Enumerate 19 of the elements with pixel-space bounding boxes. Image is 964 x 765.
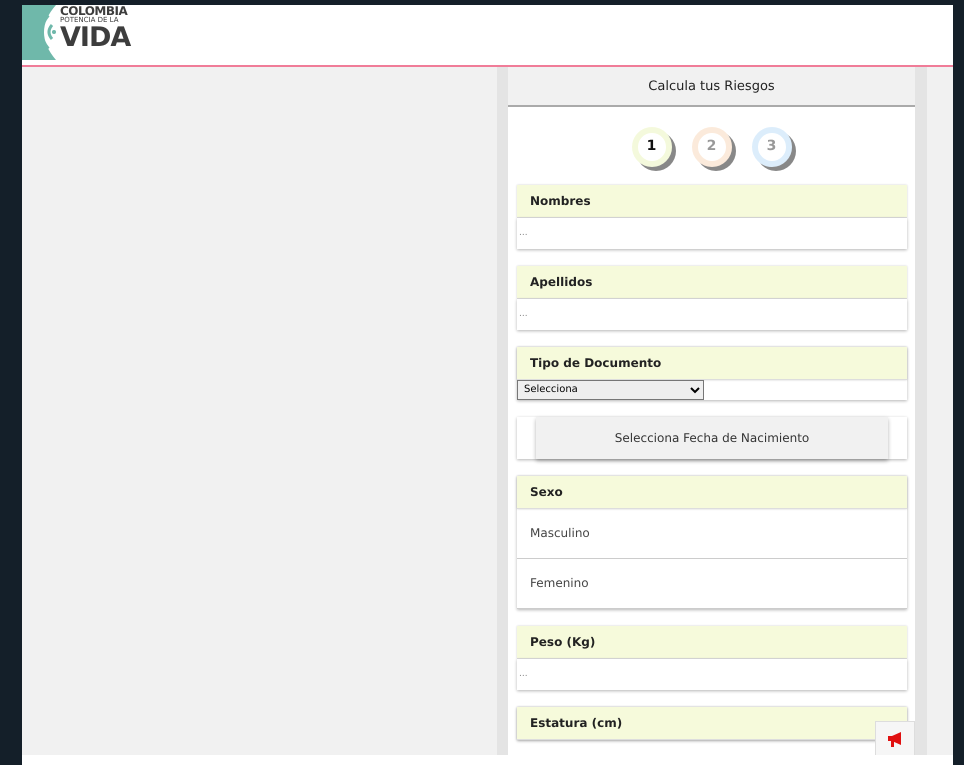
megaphone-button[interactable] — [875, 721, 915, 755]
megaphone-icon — [886, 730, 904, 748]
option-item[interactable]: Femenino — [517, 558, 907, 608]
field-label: Peso (Kg) — [517, 626, 907, 658]
field-label: Tipo de Documento — [517, 346, 907, 380]
field-label: Sexo — [517, 476, 907, 508]
logo-text: VIDA — [60, 24, 130, 51]
field-label: Apellidos — [517, 266, 907, 298]
document-type-select[interactable]: Selecciona — [517, 380, 704, 400]
input-field[interactable]: ... — [517, 658, 907, 690]
field-label: Estatura (cm) — [517, 706, 907, 740]
field-label: Nombres — [517, 184, 907, 218]
input-field[interactable]: ... — [517, 218, 907, 248]
panel-title: Calcula tus Riesgos — [508, 67, 915, 106]
input-field[interactable]: ... — [517, 298, 907, 330]
date-button[interactable]: Selecciona Fecha de Nacimiento — [536, 416, 888, 458]
option-item[interactable]: Masculino — [517, 508, 907, 558]
logo-text: COLOMBIA — [60, 5, 129, 17]
logo-icon — [22, 5, 56, 60]
